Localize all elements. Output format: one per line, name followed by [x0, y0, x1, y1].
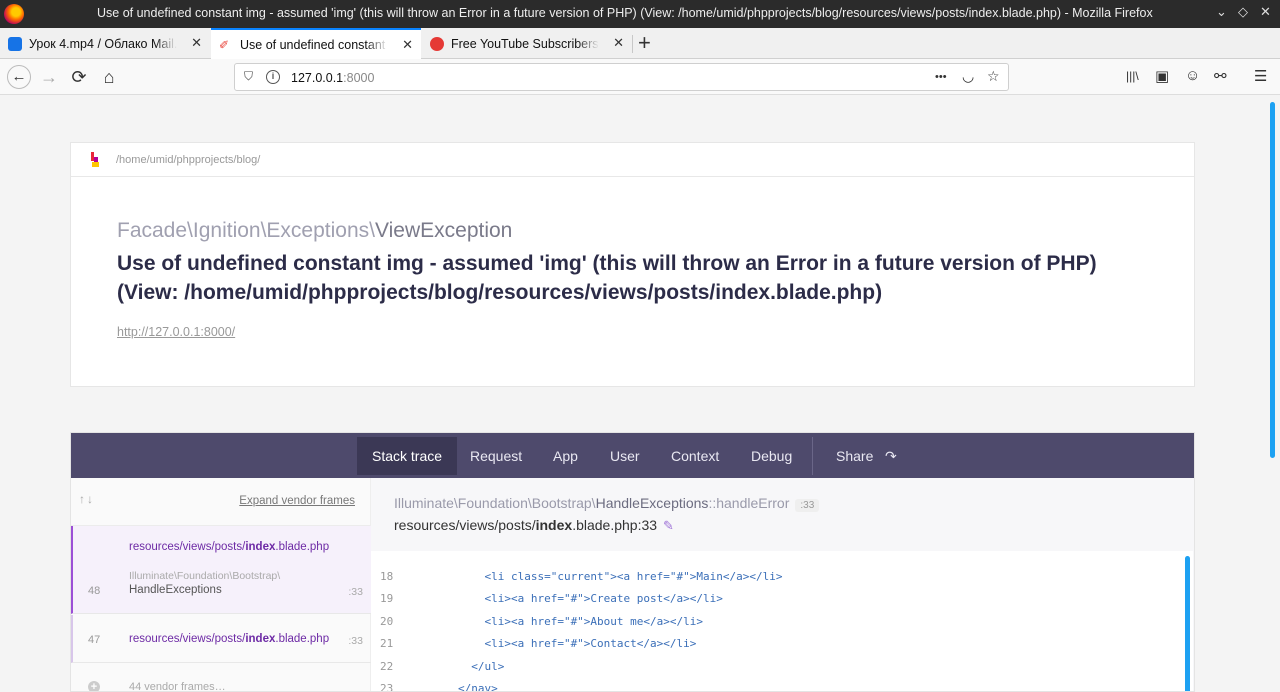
code-line: 23 </nav>	[380, 682, 498, 692]
frame-namespace: Illuminate\Foundation\Bootstrap\	[129, 570, 281, 582]
ignition-logo-icon	[91, 152, 99, 167]
frames-header: ↑↓ Expand vendor frames	[71, 478, 370, 526]
code-line: 20 <li><a href="#">About me</a></li>	[380, 615, 704, 628]
tab-current[interactable]: ✐ Use of undefined constant img ✕	[211, 28, 421, 59]
tab-debug[interactable]: Debug	[736, 437, 807, 475]
expand-plus-icon: +	[88, 681, 100, 691]
maximize-icon[interactable]: ◇	[1238, 4, 1248, 20]
frames-list: ↑↓ Expand vendor frames resources/views/…	[71, 478, 371, 692]
tab-label: Free YouTube Subscribers	[451, 36, 599, 51]
tab-app[interactable]: App	[538, 437, 593, 475]
stacktrace-panel: Stack trace Request App User Context Deb…	[70, 432, 1195, 692]
selected-frame-detail: Illuminate\Foundation\Bootstrap\HandleEx…	[371, 478, 1194, 692]
frame-file: resources/views/posts/index.blade.php	[129, 541, 330, 553]
frame-number: 48	[88, 585, 101, 597]
frame-nav-arrows-icon[interactable]: ↑↓	[79, 492, 95, 506]
tab-user[interactable]: User	[595, 437, 655, 475]
address-bar[interactable]: ⛉ i 127.0.0.1:8000 ••• ◡ ☆	[234, 63, 1009, 91]
page-scrollbar[interactable]	[1266, 96, 1280, 689]
close-tab-icon[interactable]: ✕	[613, 35, 624, 51]
frame-file: resources/views/posts/index.blade.php	[129, 633, 330, 645]
share-icon: ↷	[885, 448, 897, 464]
edit-pencil-icon[interactable]: ✎	[663, 518, 674, 533]
code-line: 19 <li><a href="#">Create post</a></li>	[380, 592, 723, 605]
exception-class: Facade\Ignition\Exceptions\ViewException	[117, 219, 513, 242]
url-text[interactable]: 127.0.0.1:8000	[291, 71, 374, 85]
window-titlebar: Use of undefined constant img - assumed …	[0, 0, 1280, 28]
forward-button[interactable]: →	[37, 65, 61, 89]
tab-label: Use of undefined constant img	[240, 37, 388, 52]
share-button[interactable]: Share ↷	[821, 437, 912, 475]
tab-stack-trace[interactable]: Stack trace	[357, 437, 458, 475]
window-title: Use of undefined constant img - assumed …	[97, 6, 1153, 20]
expand-vendor-frames-link[interactable]: Expand vendor frames	[239, 495, 355, 507]
app-path: /home/umid/phpprojects/blog/	[116, 154, 261, 166]
laravel-favicon-icon: ✐	[219, 37, 230, 52]
frame-item-selected[interactable]: resources/views/posts/index.blade.php Il…	[71, 526, 371, 614]
frame-class: HandleExceptions	[129, 584, 222, 596]
sidebar-icon[interactable]: ▣	[1155, 67, 1169, 85]
library-icon[interactable]: |||\	[1126, 69, 1139, 83]
page-content: /home/umid/phpprojects/blog/ Facade\Igni…	[0, 96, 1266, 692]
close-tab-icon[interactable]: ✕	[191, 35, 202, 51]
code-line: 18 <li class="current"><a href="#">Main<…	[380, 570, 783, 583]
error-card-header: /home/umid/phpprojects/blog/	[71, 143, 1194, 177]
request-url-link[interactable]: http://127.0.0.1:8000/	[117, 325, 235, 339]
panel-nav: Stack trace Request App User Context Deb…	[71, 433, 1194, 478]
vendor-frames-label: 44 vendor frames…	[129, 681, 226, 692]
code-snippet: 18 <li class="current"><a href="#">Main<…	[371, 551, 1193, 692]
firefox-icon	[4, 4, 24, 24]
close-tab-icon[interactable]: ✕	[402, 37, 413, 53]
pocket-icon[interactable]: ◡	[962, 68, 974, 85]
tab-label: Урок 4.mp4 / Облако Mail.ru	[29, 36, 177, 51]
close-window-icon[interactable]: ✕	[1260, 4, 1271, 20]
frame-item[interactable]: resources/views/posts/index.blade.php 47…	[71, 615, 371, 663]
code-line: 22 </ul>	[380, 660, 505, 673]
scrollbar-thumb[interactable]	[1270, 102, 1275, 458]
tab-context[interactable]: Context	[656, 437, 734, 475]
vendor-frames-toggle[interactable]: + 44 vendor frames…	[71, 664, 371, 692]
tab-mail-cloud[interactable]: Урок 4.mp4 / Облако Mail.ru ✕	[0, 28, 210, 59]
frame-line: :33	[348, 635, 363, 647]
account-icon[interactable]: ☺	[1185, 67, 1200, 84]
code-line: 21 <li><a href="#">Contact</a></li>	[380, 637, 697, 650]
reload-button[interactable]: ⟳	[67, 65, 91, 89]
nav-separator	[812, 437, 813, 475]
frame-number: 47	[88, 634, 101, 646]
minimize-icon[interactable]: ⌄	[1216, 4, 1227, 20]
page-actions-icon[interactable]: •••	[935, 71, 947, 83]
tab-youtube[interactable]: Free YouTube Subscribers ✕	[422, 28, 632, 59]
frame-title: Illuminate\Foundation\Bootstrap\HandleEx…	[394, 495, 820, 512]
frame-file-path: resources/views/posts/index.blade.php:33…	[394, 517, 674, 533]
frame-line: :33	[348, 586, 363, 598]
site-info-icon[interactable]: i	[266, 70, 280, 84]
cloud-favicon-icon	[8, 36, 22, 51]
tab-separator	[632, 35, 633, 53]
sync-icon[interactable]: ⚯	[1214, 67, 1227, 85]
navigation-toolbar: ← → ⟳ ⌂ ⛉ i 127.0.0.1:8000 ••• ◡ ☆ |||\ …	[0, 59, 1280, 95]
back-button[interactable]: ←	[7, 65, 31, 89]
home-button[interactable]: ⌂	[97, 65, 121, 89]
youtube-favicon-icon	[430, 36, 444, 51]
error-card: /home/umid/phpprojects/blog/ Facade\Igni…	[70, 142, 1195, 387]
line-badge: :33	[795, 499, 820, 512]
code-scrollbar[interactable]	[1185, 556, 1190, 691]
tab-strip: Урок 4.mp4 / Облако Mail.ru ✕ ✐ Use of u…	[0, 28, 1280, 59]
tab-request[interactable]: Request	[455, 437, 537, 475]
exception-message: Use of undefined constant img - assumed …	[117, 252, 1097, 304]
menu-icon[interactable]: ☰	[1254, 67, 1267, 85]
new-tab-button[interactable]: +	[638, 31, 651, 55]
bookmark-star-icon[interactable]: ☆	[987, 68, 1000, 85]
tracking-shield-icon[interactable]: ⛉	[244, 69, 253, 84]
